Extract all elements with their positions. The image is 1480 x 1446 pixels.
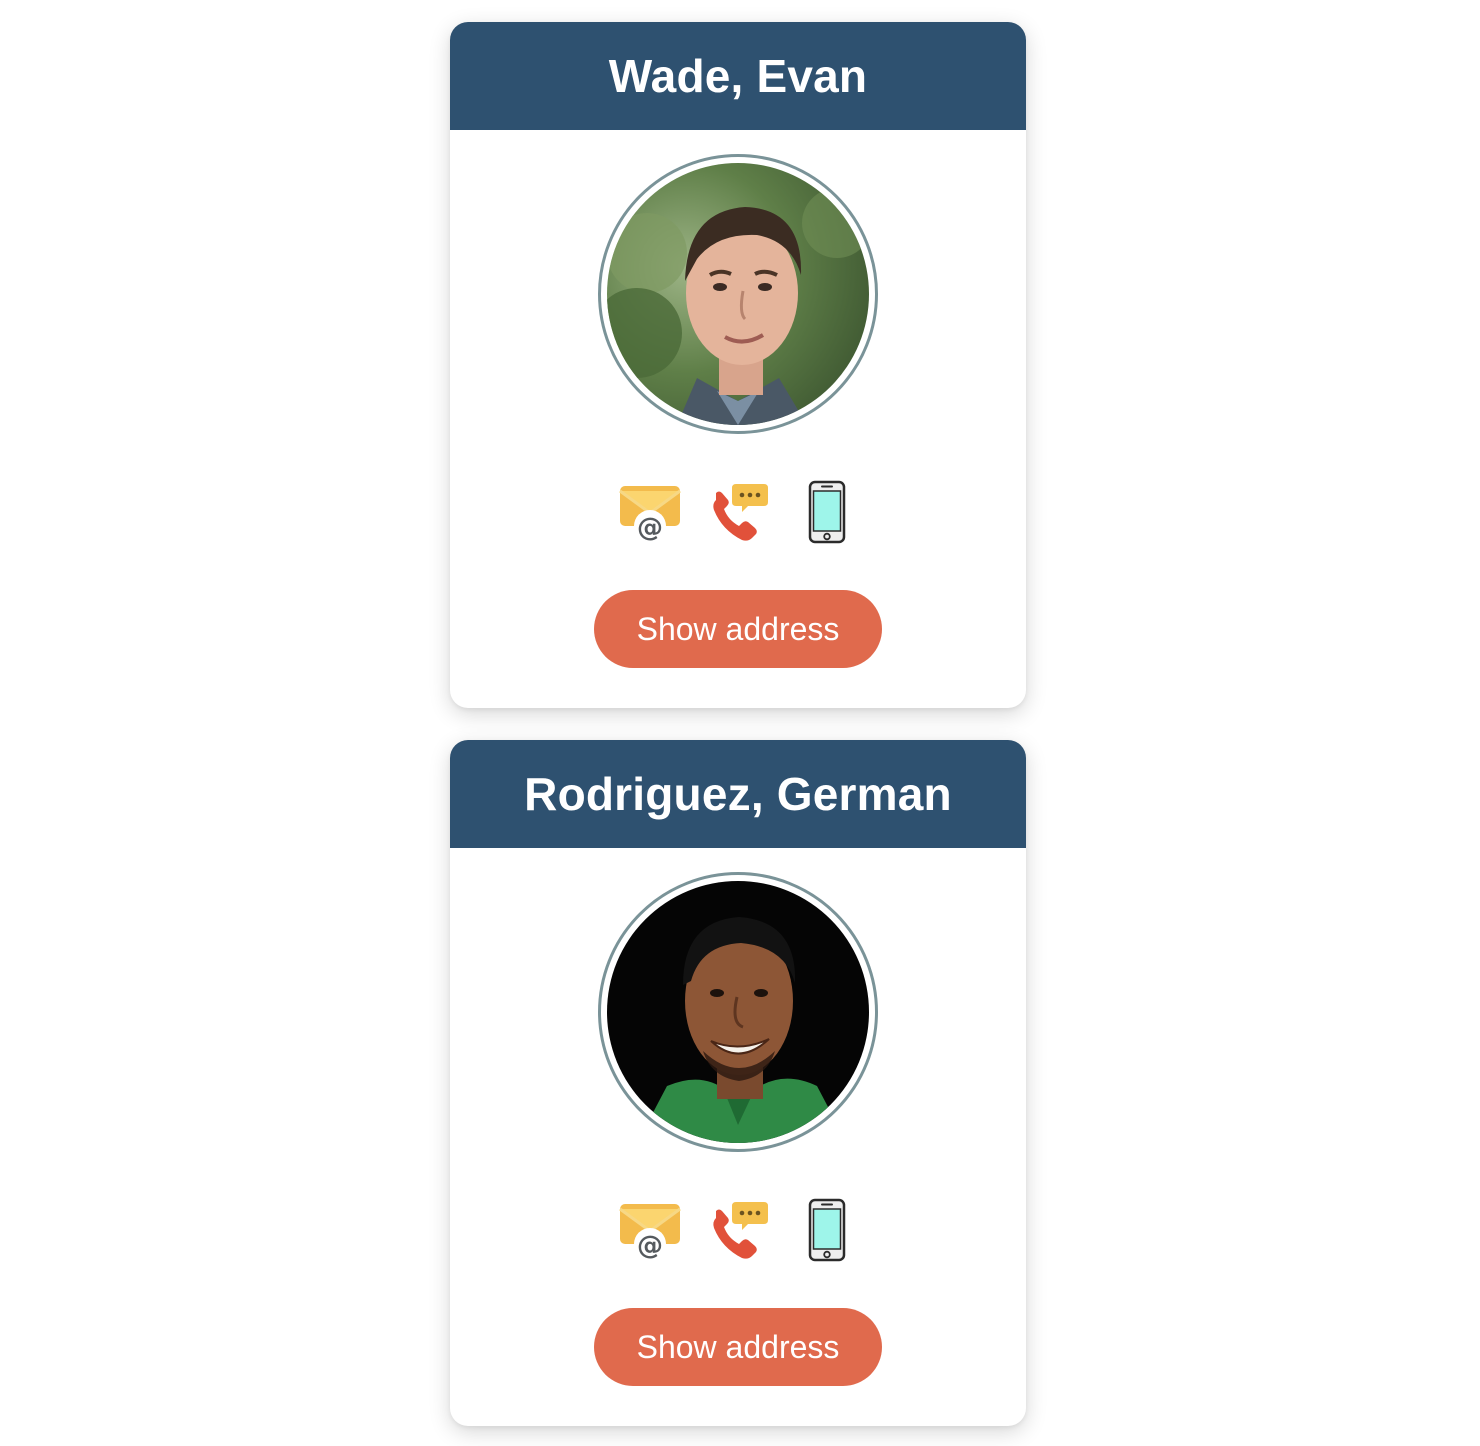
- email-icon[interactable]: @: [618, 1198, 682, 1262]
- contact-list: Wade, Evan @ Show address Rodriguez, Ger…: [0, 0, 1480, 1446]
- contact-name: Rodriguez, German: [524, 768, 952, 820]
- contact-name: Wade, Evan: [608, 50, 868, 102]
- svg-text:@: @: [637, 1231, 663, 1261]
- contact-card: Rodriguez, German @ Show address: [450, 740, 1026, 1426]
- avatar-photo: [607, 881, 869, 1143]
- contact-card: Wade, Evan @ Show address: [450, 22, 1026, 708]
- mobile-phone-icon[interactable]: [794, 1198, 858, 1262]
- show-address-button[interactable]: Show address: [594, 590, 882, 668]
- contact-actions: @: [450, 480, 1026, 544]
- avatar-photo: [607, 163, 869, 425]
- phone-call-icon[interactable]: [706, 1198, 770, 1262]
- show-address-button[interactable]: Show address: [594, 1308, 882, 1386]
- mobile-phone-icon[interactable]: [794, 480, 858, 544]
- phone-call-icon[interactable]: [706, 480, 770, 544]
- avatar: [598, 154, 878, 434]
- svg-text:@: @: [637, 513, 663, 543]
- contact-actions: @: [450, 1198, 1026, 1262]
- email-icon[interactable]: @: [618, 480, 682, 544]
- card-header: Rodriguez, German: [450, 740, 1026, 848]
- card-header: Wade, Evan: [450, 22, 1026, 130]
- avatar: [598, 872, 878, 1152]
